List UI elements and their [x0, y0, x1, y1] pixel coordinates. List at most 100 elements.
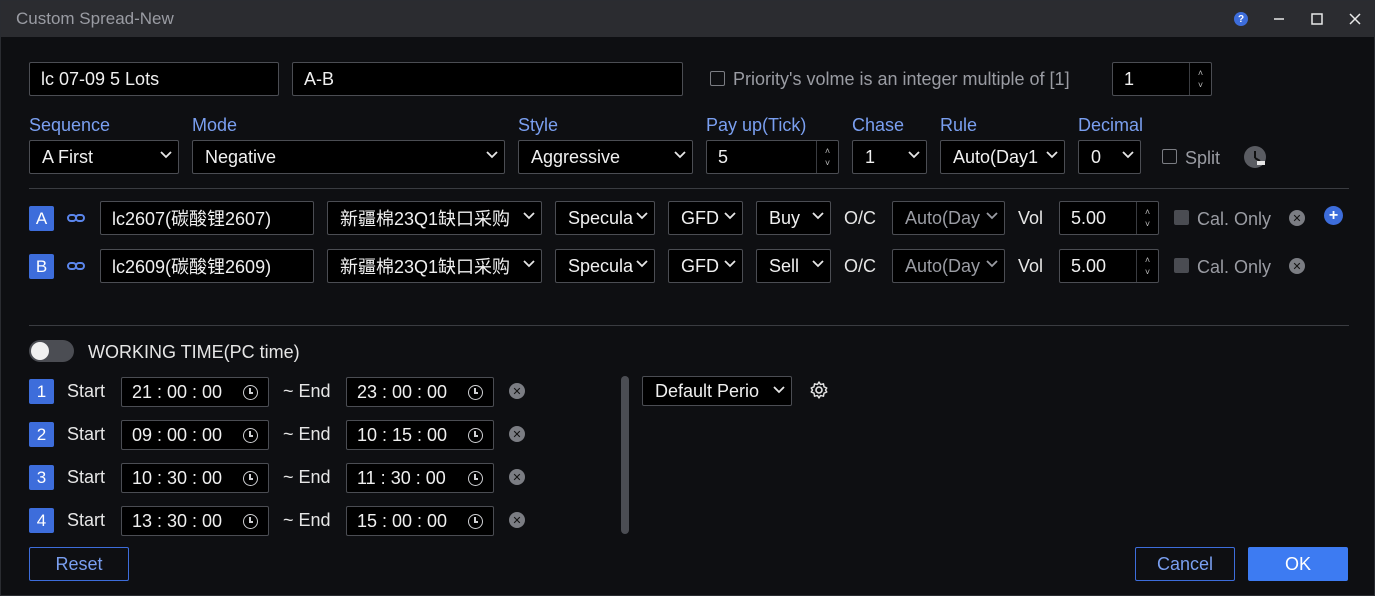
periods-scrollbar[interactable]: [621, 376, 629, 534]
period-3-end-input[interactable]: 11 : 30 : 00: [346, 463, 494, 493]
chase-select[interactable]: 1: [852, 140, 927, 174]
priority-multiple-stepper[interactable]: 1 ˄ ˅: [1112, 62, 1212, 96]
period-preset-select[interactable]: Default Perio: [642, 376, 792, 406]
leg-b-tif-select[interactable]: GFD: [668, 249, 743, 283]
leg-a-vol-stepper[interactable]: 5.00 ˄ ˅: [1059, 201, 1159, 235]
period-1-start-input[interactable]: 21 : 00 : 00: [121, 377, 269, 407]
period-4-start-input[interactable]: 13 : 30 : 00: [121, 506, 269, 536]
leg-b-account-value: 新疆棉23Q1缺口采购: [340, 257, 511, 277]
stepper-arrows[interactable]: ˄ ˅: [1136, 250, 1158, 282]
timer-icon[interactable]: [1244, 146, 1266, 168]
period-4-end-input[interactable]: 15 : 00 : 00: [346, 506, 494, 536]
leg-a-cal-only-label: Cal. Only: [1197, 209, 1272, 229]
chevron-down-icon: [636, 259, 648, 269]
chevron-down-icon: [160, 150, 172, 160]
leg-b-cal-only-checkbox[interactable]: [1174, 258, 1189, 273]
mode-label: Mode: [192, 115, 238, 135]
period-1-end-value: 23 : 00 : 00: [357, 381, 448, 402]
style-select[interactable]: Aggressive: [518, 140, 693, 174]
minimize-button[interactable]: [1260, 1, 1298, 37]
stepper-arrows[interactable]: ˄ ˅: [1189, 63, 1211, 95]
style-label: Style: [518, 115, 559, 135]
leg-a-oc-select[interactable]: Auto(Day: [892, 201, 1005, 235]
working-time-toggle[interactable]: [29, 340, 74, 362]
leg-a-oc-label: O/C: [844, 208, 877, 228]
start-label: Start: [67, 424, 106, 444]
title-bar[interactable]: Custom Spread-New ?: [1, 1, 1374, 37]
clock-icon: [468, 385, 483, 400]
decimal-value: 0: [1091, 146, 1102, 167]
leg-a-hedge-select[interactable]: Specula: [555, 201, 655, 235]
spread-name-input[interactable]: lc 07-09 5 Lots: [29, 62, 279, 96]
remove-period-4-icon[interactable]: ✕: [509, 512, 525, 528]
payup-stepper[interactable]: 5 ˄ ˅: [706, 140, 839, 174]
decimal-select[interactable]: 0: [1078, 140, 1141, 174]
leg-b-cal-only-label: Cal. Only: [1197, 257, 1272, 277]
reset-button[interactable]: Reset: [29, 547, 129, 581]
remove-period-3-icon[interactable]: ✕: [509, 469, 525, 485]
maximize-button[interactable]: [1298, 1, 1336, 37]
spread-formula-input[interactable]: A-B: [292, 62, 683, 96]
sequence-select[interactable]: A First: [29, 140, 179, 174]
link-icon[interactable]: [67, 261, 85, 271]
leg-a-side-select[interactable]: Buy: [756, 201, 831, 235]
remove-period-2-icon[interactable]: ✕: [509, 426, 525, 442]
leg-b-account-select[interactable]: 新疆棉23Q1缺口采购: [327, 249, 542, 283]
close-button[interactable]: [1336, 1, 1374, 37]
close-icon: [1349, 13, 1361, 25]
chevron-down-icon: [812, 259, 824, 269]
chevron-down-icon: [523, 259, 535, 269]
style-value: Aggressive: [531, 146, 621, 167]
leg-b-hedge-select[interactable]: Specula: [555, 249, 655, 283]
period-2-index: 2: [29, 422, 54, 447]
leg-b-oc-value: Auto(Day: [905, 255, 981, 276]
chase-value: 1: [865, 146, 876, 167]
leg-a-contract-input[interactable]: lc2607(碳酸锂2607): [100, 201, 314, 235]
custom-spread-dialog: Custom Spread-New ? lc 07-09 5 Lots A-B …: [0, 0, 1375, 596]
clock-icon: [468, 471, 483, 486]
leg-b-oc-select[interactable]: Auto(Day: [892, 249, 1005, 283]
decimal-label: Decimal: [1078, 115, 1144, 135]
working-time-label: WORKING TIME(PC time): [88, 342, 300, 362]
split-checkbox[interactable]: [1162, 149, 1177, 164]
leg-b-vol-stepper[interactable]: 5.00 ˄ ˅: [1059, 249, 1159, 283]
cancel-button[interactable]: Cancel: [1135, 547, 1235, 581]
period-2-end-input[interactable]: 10 : 15 : 00: [346, 420, 494, 450]
help-icon: ?: [1234, 12, 1248, 26]
leg-a-account-select[interactable]: 新疆棉23Q1缺口采购: [327, 201, 542, 235]
gear-icon[interactable]: [809, 380, 829, 400]
ok-button[interactable]: OK: [1248, 547, 1348, 581]
priority-label: Priority's volme is an integer multiple …: [733, 69, 1070, 89]
rule-select[interactable]: Auto(Day1: [940, 140, 1065, 174]
period-2-start-input[interactable]: 09 : 00 : 00: [121, 420, 269, 450]
help-button[interactable]: ?: [1222, 1, 1260, 37]
leg-b-hedge-value: Specula: [568, 255, 634, 276]
link-icon[interactable]: [67, 213, 85, 223]
remove-period-1-icon[interactable]: ✕: [509, 383, 525, 399]
leg-a-cal-only-checkbox[interactable]: [1174, 210, 1189, 225]
clock-icon: [468, 514, 483, 529]
leg-a-hedge-value: Specula: [568, 207, 634, 228]
leg-a-tif-select[interactable]: GFD: [668, 201, 743, 235]
period-preset-value: Default Perio: [655, 380, 760, 401]
stepper-arrows[interactable]: ˄ ˅: [1136, 202, 1158, 234]
chevron-down-icon: [812, 211, 824, 221]
leg-b-tag: B: [29, 254, 54, 279]
priority-checkbox[interactable]: [710, 71, 725, 86]
stepper-arrows[interactable]: ˄ ˅: [816, 141, 838, 173]
mode-select[interactable]: Negative: [192, 140, 505, 174]
period-3-start-input[interactable]: 10 : 30 : 00: [121, 463, 269, 493]
payup-value: 5: [718, 146, 729, 167]
window-title: Custom Spread-New: [16, 9, 174, 28]
leg-a-account-value: 新疆棉23Q1缺口采购: [340, 209, 511, 229]
add-leg-icon[interactable]: +: [1324, 206, 1343, 225]
chevron-down-icon: [486, 150, 498, 160]
start-label: Start: [67, 381, 106, 401]
leg-b-contract-input[interactable]: lc2609(碳酸锂2609): [100, 249, 314, 283]
chevron-down-icon: [674, 150, 686, 160]
divider: [29, 325, 1349, 326]
leg-b-side-select[interactable]: Sell: [756, 249, 831, 283]
remove-leg-b-icon[interactable]: ✕: [1289, 258, 1305, 274]
remove-leg-a-icon[interactable]: ✕: [1289, 210, 1305, 226]
period-1-end-input[interactable]: 23 : 00 : 00: [346, 377, 494, 407]
